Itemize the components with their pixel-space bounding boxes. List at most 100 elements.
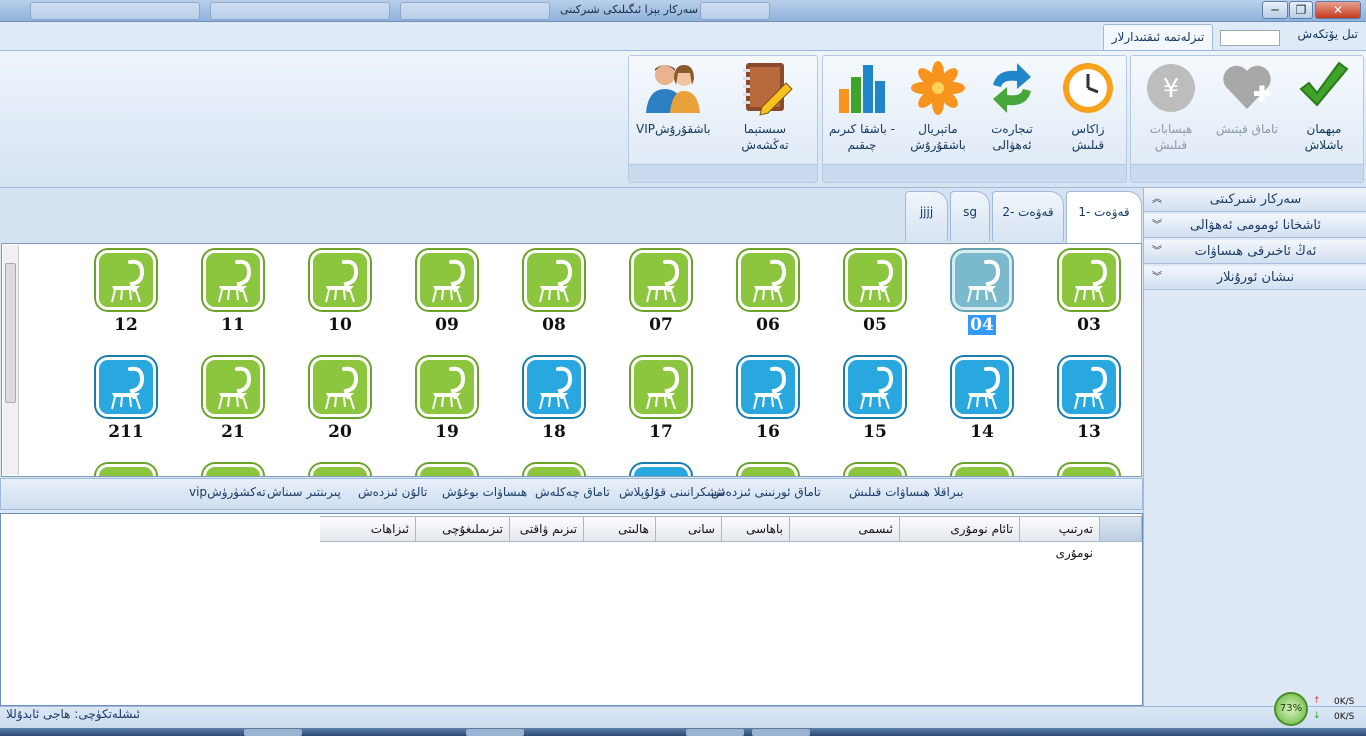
column-header[interactable]: تائام نومۇرى: [900, 516, 1020, 542]
system-settings-button[interactable]: سىستېما تەڭشەش: [728, 57, 802, 157]
room-13[interactable]: 13: [1052, 357, 1126, 457]
panel-item-label: ئەڭ ئاخىرقى ھىساۋات: [1194, 244, 1317, 259]
room-number: 18: [542, 422, 566, 442]
room-16[interactable]: 16: [731, 357, 805, 457]
column-header[interactable]: باھاسى: [722, 516, 790, 542]
room-number: 13: [1077, 422, 1101, 442]
search-coupon-button[interactable]: تالۇن ئىزدەش: [358, 485, 427, 499]
add-food-button[interactable]: تاماق قېتىش: [1210, 57, 1284, 157]
column-header[interactable]: تەرتىپ نومۇرى: [1020, 516, 1100, 560]
vertical-scrollbar[interactable]: [3, 245, 19, 475]
tab-shortcut-functions[interactable]: تىزلەتمە ئىقتىدارلار: [1103, 24, 1213, 52]
column-header[interactable]: ئىزاھات: [320, 516, 416, 542]
room-partial[interactable]: [303, 464, 377, 476]
taskbar-item[interactable]: [466, 729, 524, 736]
taskbar-item[interactable]: [752, 729, 810, 736]
room-17[interactable]: 17: [624, 357, 698, 457]
chair-icon: [952, 464, 1012, 476]
business-status-button[interactable]: تىجارەت ئەھۋالى: [975, 57, 1049, 157]
floor-tabs-bar: قەۋەت -1 قەۋەت -2 sg jjjj: [0, 188, 1143, 243]
tab-floor-2[interactable]: قەۋەت -2: [992, 191, 1064, 241]
room-07[interactable]: 07: [624, 250, 698, 350]
room-08[interactable]: 08: [517, 250, 591, 350]
start-guest-button[interactable]: مېھمان باشلاش: [1287, 57, 1361, 157]
rooms-grid: 03 04 05 06 07 08 09 10 11 12 13 14 15 16 17 18 19 20 21 21…: [1, 243, 1142, 477]
room-14[interactable]: 14: [945, 357, 1019, 457]
room-partial[interactable]: [624, 464, 698, 476]
chair-icon: [1059, 357, 1119, 417]
panel-target-tables[interactable]: ︾ نىشان ئورۇنلار: [1144, 266, 1366, 290]
block-table-button[interactable]: تاماق چەكلەش: [535, 485, 610, 499]
column-header[interactable]: تىزىملىغۇچى: [416, 516, 510, 542]
room-03[interactable]: 03: [1052, 250, 1126, 350]
taskbar-item[interactable]: [686, 729, 744, 736]
room-09[interactable]: 09: [410, 250, 484, 350]
room-05[interactable]: 05: [838, 250, 912, 350]
room-partial[interactable]: [945, 464, 1019, 476]
room-number: 17: [649, 422, 673, 442]
room-06[interactable]: 06: [731, 250, 805, 350]
room-21[interactable]: 21: [196, 357, 270, 457]
language-input[interactable]: [1220, 30, 1280, 46]
column-header[interactable]: سانى: [656, 516, 722, 542]
room-11[interactable]: 11: [196, 250, 270, 350]
order-button[interactable]: زاكاس قىلىش: [1051, 57, 1125, 157]
minimize-button[interactable]: ─: [1262, 1, 1288, 19]
panel-restaurant-overview[interactable]: ︾ ئاشخانا ئومومى ئەھۋالى: [1144, 214, 1366, 238]
room-number: 16: [756, 422, 780, 442]
column-header[interactable]: ئىسمى: [790, 516, 900, 542]
language-switch-label[interactable]: تىل يۆتكەش: [1298, 27, 1358, 41]
room-19[interactable]: 19: [410, 357, 484, 457]
chair-icon: [845, 250, 905, 310]
maximize-button[interactable]: ❐: [1289, 1, 1313, 19]
room-partial[interactable]: [196, 464, 270, 476]
scrollbar-thumb[interactable]: [5, 263, 16, 403]
room-partial[interactable]: [89, 464, 163, 476]
clock-icon: [1059, 59, 1117, 117]
test-printer-button[interactable]: پىرىنتىر سىناش: [267, 485, 341, 499]
chevron-down-icon: ︾: [1152, 246, 1162, 257]
column-header[interactable]: تىزىم ۋاقتى: [510, 516, 584, 542]
taskbar-item[interactable]: [244, 729, 302, 736]
chair-icon: [96, 250, 156, 310]
tab-sg[interactable]: sg: [950, 191, 990, 241]
close-button[interactable]: ✕: [1315, 1, 1361, 19]
svg-text:¥: ¥: [1163, 74, 1180, 104]
yen-coin-icon: ¥: [1142, 59, 1200, 117]
panel-company[interactable]: ︽ سەركار شىركىتى: [1144, 188, 1366, 212]
room-15[interactable]: 15: [838, 357, 912, 457]
bar-chart-icon: [833, 59, 891, 117]
material-management-button[interactable]: ماتېريال باشقۇرۇش: [901, 57, 975, 157]
cpu-usage-indicator: 73%: [1274, 692, 1308, 726]
vip-check-button[interactable]: vipتەكشۈرۈش: [189, 485, 266, 499]
column-header[interactable]: ھالىتى: [584, 516, 656, 542]
room-20[interactable]: 20: [303, 357, 377, 457]
users-icon: [644, 59, 702, 117]
room-partial[interactable]: [1052, 464, 1126, 476]
bind-account-button[interactable]: ھىساۋات بوغۇش: [442, 485, 527, 499]
upload-speed: 0K/S: [1334, 697, 1355, 707]
chair-icon: [1059, 464, 1119, 476]
room-partial[interactable]: [410, 464, 484, 476]
taskbar-ghost-tab: [400, 2, 550, 20]
room-number: 09: [435, 315, 459, 335]
room-04[interactable]: 04: [945, 250, 1019, 350]
room-18[interactable]: 18: [517, 357, 591, 457]
lock-door-button[interactable]: ئىشكرانىنى قۇلۇپلاش: [619, 485, 725, 499]
instant-checkout-button[interactable]: بىراقلا ھىساۋات قىلىش: [849, 485, 963, 499]
room-partial[interactable]: [838, 464, 912, 476]
chevron-up-icon: ︽: [1152, 194, 1162, 205]
vip-management-button[interactable]: VIPباشقۇرۇش: [636, 57, 711, 157]
tab-floor-1[interactable]: قەۋەت -1: [1066, 191, 1142, 243]
upload-arrow-icon: ↑: [1313, 696, 1321, 706]
other-income-expense-button[interactable]: باشقا كىرىم - چىقىم: [825, 57, 899, 157]
room-211[interactable]: 211: [89, 357, 163, 457]
room-partial[interactable]: [517, 464, 591, 476]
search-table-button[interactable]: تاماق ئورنىنى ئىزدەش: [711, 485, 821, 499]
room-10[interactable]: 10: [303, 250, 377, 350]
tab-jjjj[interactable]: jjjj: [905, 191, 948, 241]
panel-latest-accounts[interactable]: ︾ ئەڭ ئاخىرقى ھىساۋات: [1144, 240, 1366, 264]
room-12[interactable]: 12: [89, 250, 163, 350]
checkout-button[interactable]: ¥ ھېسابات قىلىش: [1134, 57, 1208, 157]
room-partial[interactable]: [731, 464, 805, 476]
